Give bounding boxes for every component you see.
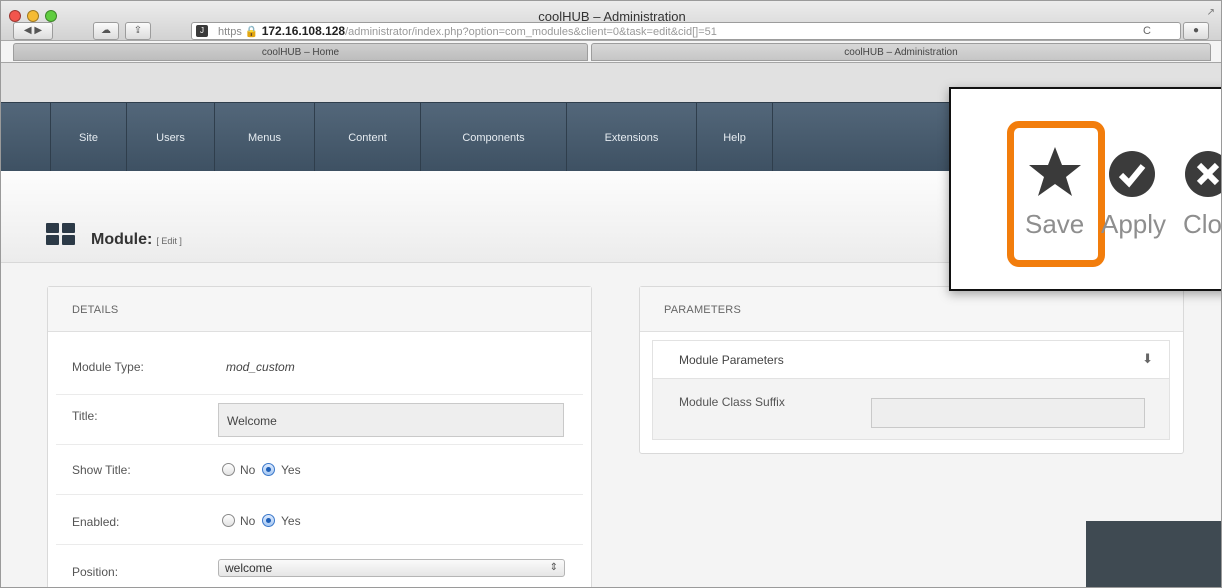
- enabled-row: Enabled: No Yes: [56, 494, 583, 544]
- page-title: Module:[ Edit ]: [91, 231, 182, 249]
- position-row: Position: welcome ⇕: [56, 544, 583, 587]
- tab-home-label: coolHUB – Home: [261, 47, 340, 58]
- module-parameters-title: Module Parameters: [679, 353, 784, 367]
- star-icon[interactable]: [1027, 145, 1083, 199]
- save-button-label[interactable]: Save: [1025, 209, 1084, 240]
- zoom-callout: Save Apply Close: [949, 87, 1221, 291]
- apply-button-label[interactable]: Apply: [1101, 209, 1166, 240]
- url-host: 172.16.108.128: [261, 24, 346, 38]
- close-button-label[interactable]: Close: [1183, 209, 1221, 240]
- nav-help[interactable]: Help: [697, 103, 773, 172]
- fullscreen-icon[interactable]: ↗: [1207, 7, 1215, 18]
- enabled-no-label: No: [240, 514, 256, 528]
- nav-content[interactable]: Content: [315, 103, 421, 172]
- apply-check-icon[interactable]: [1109, 151, 1155, 197]
- nav-site[interactable]: Site: [51, 103, 127, 172]
- title-bar: coolHUB – Administration ↗ ◀ ▶ ☁ ⇪ J htt…: [1, 1, 1221, 41]
- module-type-row: Module Type: mod_custom: [56, 342, 583, 394]
- details-heading: DETAILS: [48, 287, 591, 332]
- nav-components[interactable]: Components: [421, 103, 567, 172]
- select-arrows-icon: ⇕: [549, 562, 558, 573]
- title-label: Title:: [72, 409, 98, 423]
- show-title-yes-label: Yes: [281, 463, 301, 477]
- share-icon[interactable]: ⇪: [125, 22, 151, 40]
- browser-window: coolHUB – Administration ↗ ◀ ▶ ☁ ⇪ J htt…: [0, 0, 1222, 588]
- page-subtitle: [ Edit ]: [156, 236, 182, 246]
- tab-administration-label: coolHUB – Administration: [844, 47, 958, 58]
- nav-spacer: [1, 103, 51, 172]
- show-title-label: Show Title:: [72, 463, 131, 477]
- reload-icon[interactable]: C: [1143, 25, 1151, 37]
- position-label: Position:: [72, 565, 119, 579]
- title-input[interactable]: Welcome: [218, 403, 564, 437]
- downloads-icon[interactable]: ●: [1183, 22, 1209, 40]
- details-panel: DETAILS Module Type: mod_custom Title: W…: [47, 286, 592, 587]
- tab-home[interactable]: coolHUB – Home: [13, 43, 588, 61]
- enabled-label: Enabled:: [72, 515, 120, 529]
- favicon-icon: J: [196, 25, 208, 37]
- show-title-yes-radio[interactable]: [262, 463, 275, 476]
- parameters-heading: PARAMETERS: [640, 287, 1183, 332]
- show-title-row: Show Title: No Yes: [56, 444, 583, 494]
- icloud-tabs-icon[interactable]: ☁: [93, 22, 119, 40]
- background-shape: [1086, 521, 1221, 587]
- url-scheme: https: [218, 26, 242, 38]
- show-title-no-radio[interactable]: [222, 463, 235, 476]
- enabled-yes-label: Yes: [281, 514, 301, 528]
- close-x-icon[interactable]: [1185, 151, 1221, 197]
- lock-icon: 🔒: [244, 26, 262, 38]
- nav-users[interactable]: Users: [127, 103, 215, 172]
- enabled-yes-radio[interactable]: [262, 514, 275, 527]
- position-select[interactable]: welcome ⇕: [218, 559, 565, 577]
- module-type-label: Module Type:: [72, 360, 144, 374]
- module-parameters-header[interactable]: Module Parameters ⬇: [653, 341, 1169, 379]
- position-select-value: welcome: [225, 561, 273, 575]
- show-title-no-label: No: [240, 463, 256, 477]
- title-row: Title: Welcome: [56, 394, 583, 444]
- address-bar[interactable]: J https 🔒 172.16.108.128/administrator/i…: [191, 22, 1181, 40]
- nav-menus[interactable]: Menus: [215, 103, 315, 172]
- enabled-no-radio[interactable]: [222, 514, 235, 527]
- module-icon: [46, 223, 76, 245]
- module-type-value: mod_custom: [226, 360, 295, 374]
- module-parameters-accordion: Module Parameters ⬇ Module Class Suffix: [652, 340, 1170, 440]
- back-forward-buttons[interactable]: ◀ ▶: [13, 22, 53, 40]
- class-suffix-input[interactable]: [871, 398, 1145, 428]
- url-path: /administrator/index.php?option=com_modu…: [345, 26, 717, 38]
- nav-extensions[interactable]: Extensions: [567, 103, 697, 172]
- expand-arrow-icon[interactable]: ⬇: [1142, 351, 1153, 367]
- tab-administration[interactable]: coolHUB – Administration: [591, 43, 1211, 61]
- class-suffix-label: Module Class Suffix: [679, 395, 785, 409]
- parameters-panel: PARAMETERS Module Parameters ⬇ Module Cl…: [639, 286, 1184, 454]
- page-title-text: Module:: [91, 231, 153, 248]
